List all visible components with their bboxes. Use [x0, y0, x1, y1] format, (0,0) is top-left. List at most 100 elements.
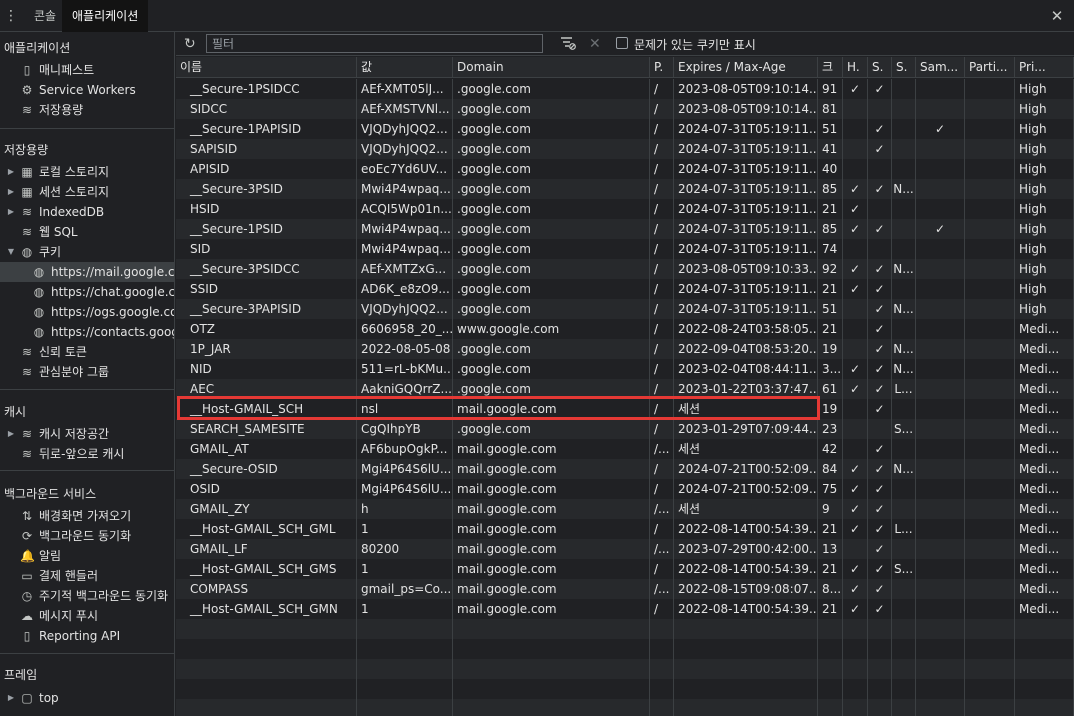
cookie-site-item[interactable]: ◍ https://chat.google.com	[0, 282, 174, 302]
sidebar-item-bg-0[interactable]: ⇅ 배경화면 가져오기	[0, 506, 174, 526]
sidebar-item-bg-4[interactable]: ◷ 주기적 백그라운드 동기화	[0, 586, 174, 606]
sidebar-item-bg-3[interactable]: ▭ 결제 핸들러	[0, 566, 174, 586]
table-row[interactable]: GMAIL_AT AF6bupOgkP... mail.google.com/...…	[176, 439, 1074, 459]
table-row[interactable]: NID 511=rL-bKMu... .google.com/2023-02-04T…	[176, 359, 1074, 379]
table-row[interactable]: __Secure-3PSIDCC AEf-XMTZxG... .google.com…	[176, 259, 1074, 279]
col-priority-header[interactable]: Pri...	[1015, 57, 1074, 78]
sidebar-item-app-1[interactable]: ⚙ Service Workers	[0, 80, 174, 100]
table-row[interactable]: __Host-GMAIL_SCH_GML 1 mail.google.com/202…	[176, 519, 1074, 539]
col-samesite-header[interactable]: S.	[892, 57, 916, 78]
table-row[interactable]: SSID AD6K_e8zO9... .google.com/2024-07-31T…	[176, 279, 1074, 299]
col-sameparty-header[interactable]: Sam...	[916, 57, 965, 78]
delete-selected-icon[interactable]: ✕	[589, 34, 603, 54]
sidebar-item-storage-4[interactable]: ▼ ◍ 쿠키	[0, 242, 174, 262]
clear-filtered-cookies-icon[interactable]	[560, 35, 576, 53]
tab-application[interactable]: 애플리케이션	[62, 0, 149, 32]
table-row[interactable]: AEC AakniGQQrrZ... .google.com/2023-01-22T…	[176, 379, 1074, 399]
empty-cell	[176, 639, 357, 659]
sidebar-item-app-0[interactable]: ▯ 매니페스트	[0, 60, 174, 80]
sidebar-item-storage-2[interactable]: ▶ ≋ IndexedDB	[0, 202, 174, 222]
sidebar-item-cache-1[interactable]: ≋ 뒤로-앞으로 캐시	[0, 444, 174, 464]
table-row[interactable]: HSID ACQI5Wp01n... .google.com/2024-07-31T…	[176, 199, 1074, 219]
table-row[interactable]: 1P_JAR 2022-08-05-08 .google.com/2022-09-0…	[176, 339, 1074, 359]
col-path-cell: /	[650, 259, 674, 279]
chevron-right-icon[interactable]: ▶	[6, 424, 16, 444]
col-httponly-cell	[843, 139, 868, 159]
col-size-header[interactable]: 크	[818, 57, 843, 78]
table-row[interactable]: __Secure-1PAPISID VJQDyhJQQ2... .google.co…	[176, 119, 1074, 139]
col-path-cell: /	[650, 599, 674, 619]
col-sameparty-cell	[916, 399, 965, 419]
col-name-header[interactable]: 이름	[176, 57, 357, 78]
empty-cell	[453, 639, 650, 659]
table-row[interactable]: __Host-GMAIL_SCH_GMN 1 mail.google.com/202…	[176, 599, 1074, 619]
sidebar-item-bg-2[interactable]: 🔔 알림	[0, 546, 174, 566]
sidebar-item-bg-1[interactable]: ⟳ 백그라운드 동기화	[0, 526, 174, 546]
tab-console[interactable]: 콘솔	[24, 0, 66, 32]
close-icon[interactable]: ✕	[1048, 6, 1066, 26]
table-row[interactable]: __Secure-3PAPISID VJQDyhJQQ2... .google.co…	[176, 299, 1074, 319]
more-options-icon[interactable]: ⋮	[4, 6, 18, 26]
chevron-right-icon[interactable]: ▶	[6, 688, 16, 708]
sidebar-item-storage-more-1[interactable]: ≋ 관심분야 그룹	[0, 362, 174, 382]
col-value-header[interactable]: 값	[357, 57, 453, 78]
refresh-icon[interactable]: ↻	[184, 34, 200, 54]
table-row[interactable]: GMAIL_ZY h mail.google.com/... 세션 9 ✓ ✓ Medi...	[176, 499, 1074, 519]
col-domain-cell: mail.google.com	[453, 479, 650, 499]
sidebar-item-storage-more-0[interactable]: ≋ 신뢰 토큰	[0, 342, 174, 362]
table-row[interactable]: __Secure-1PSID Mwi4P4wpaq... .google.com/2…	[176, 219, 1074, 239]
document-icon: ▯	[23, 629, 31, 643]
col-expires-header[interactable]: Expires / Max-Age	[674, 57, 818, 78]
col-value-cell: 6606958_20_...	[357, 319, 453, 339]
sidebar-item-label: 저장용량	[39, 103, 84, 117]
table-row[interactable]: COMPASS gmail_ps=Co... mail.google.com/...…	[176, 579, 1074, 599]
sidebar-item-app-2[interactable]: ≋ 저장용량	[0, 100, 174, 120]
table-row[interactable]: SAPISID VJQDyhJQQ2... .google.com/2024-07-…	[176, 139, 1074, 159]
table-row[interactable]: __Secure-OSID Mgi4P64S6lU... mail.google.c…	[176, 459, 1074, 479]
col-expires-cell: 2024-07-21T00:52:09...	[674, 479, 818, 499]
empty-cell	[965, 659, 1015, 679]
table-row[interactable]: APISID eoEc7Yd6UV... .google.com/2024-07-3…	[176, 159, 1074, 179]
table-row[interactable]: __Secure-3PSID Mwi4P4wpaq... .google.com/2…	[176, 179, 1074, 199]
cookie-site-item[interactable]: ◍ https://ogs.google.com	[0, 302, 174, 322]
cookie-site-item[interactable]: ◍ https://mail.google.com	[0, 262, 174, 282]
col-sameparty-cell	[916, 519, 965, 539]
sidebar-item-cache-0[interactable]: ▶ ≋ 캐시 저장공간	[0, 424, 174, 444]
col-path-header[interactable]: P.	[650, 57, 674, 78]
table-row[interactable]: SEARCH_SAMESITE CgQIhpYB .google.com/2023-…	[176, 419, 1074, 439]
sidebar-item-bg-5[interactable]: ☁ 메시지 푸시	[0, 606, 174, 626]
database-icon: ≋	[21, 427, 33, 441]
col-priority-cell: High	[1015, 179, 1074, 199]
col-domain-cell: .google.com	[453, 119, 650, 139]
col-domain-header[interactable]: Domain	[453, 57, 650, 78]
cookie-site-item[interactable]: ◍ https://contacts.google.com	[0, 322, 174, 342]
table-row[interactable]: SIDCC AEf-XMSTVNl... .google.com/2023-08-0…	[176, 99, 1074, 119]
chevron-right-icon[interactable]: ▶	[6, 182, 16, 202]
chevron-down-icon[interactable]: ▼	[6, 242, 16, 262]
filter-input[interactable]	[206, 34, 543, 53]
table-row[interactable]: __Host-GMAIL_SCH_GMS 1 mail.google.com/202…	[176, 559, 1074, 579]
cookie-toolbar: ↻ ✕ 문제가 있는 쿠키만 표시	[176, 32, 1074, 56]
empty-cell	[843, 619, 868, 639]
sidebar-item-frame-top[interactable]: ▶ ▢ top	[0, 688, 174, 708]
table-row[interactable]: __Secure-1PSIDCC AEf-XMT05lJ... .google.co…	[176, 79, 1074, 99]
col-httponly-header[interactable]: H.	[843, 57, 868, 78]
col-partition-header[interactable]: Parti...	[965, 57, 1015, 78]
col-value-cell: 1	[357, 559, 453, 579]
table-row[interactable]: SID Mwi4P4wpaq... .google.com/2024-07-31T0…	[176, 239, 1074, 259]
sidebar-item-storage-3[interactable]: ≋ 웹 SQL	[0, 222, 174, 242]
table-row[interactable]: __Host-GMAIL_SCH nsl mail.google.com / 세션 19 ✓…	[176, 399, 1074, 419]
table-row[interactable]: GMAIL_LF 80200 mail.google.com/... 2023-07-…	[176, 539, 1074, 559]
sidebar-item-storage-1[interactable]: ▶ ▦ 세션 스토리지	[0, 182, 174, 202]
chevron-right-icon[interactable]: ▶	[6, 162, 16, 182]
col-secure-header[interactable]: S.	[868, 57, 892, 78]
chevron-right-icon[interactable]: ▶	[6, 202, 16, 222]
sidebar-item-storage-0[interactable]: ▶ ▦ 로컬 스토리지	[0, 162, 174, 182]
col-sameparty-cell	[916, 299, 965, 319]
sidebar-item-bg-6[interactable]: ▯ Reporting API	[0, 626, 174, 646]
database-icon: ≋	[21, 365, 33, 379]
col-domain-cell: mail.google.com	[453, 459, 650, 479]
table-row[interactable]: OSID Mgi4P64S6lU... mail.google.com/2024-0…	[176, 479, 1074, 499]
table-row[interactable]: OTZ 6606958_20_... www.google.com/2022-08-…	[176, 319, 1074, 339]
issue-cookies-checkbox[interactable]	[616, 37, 628, 49]
